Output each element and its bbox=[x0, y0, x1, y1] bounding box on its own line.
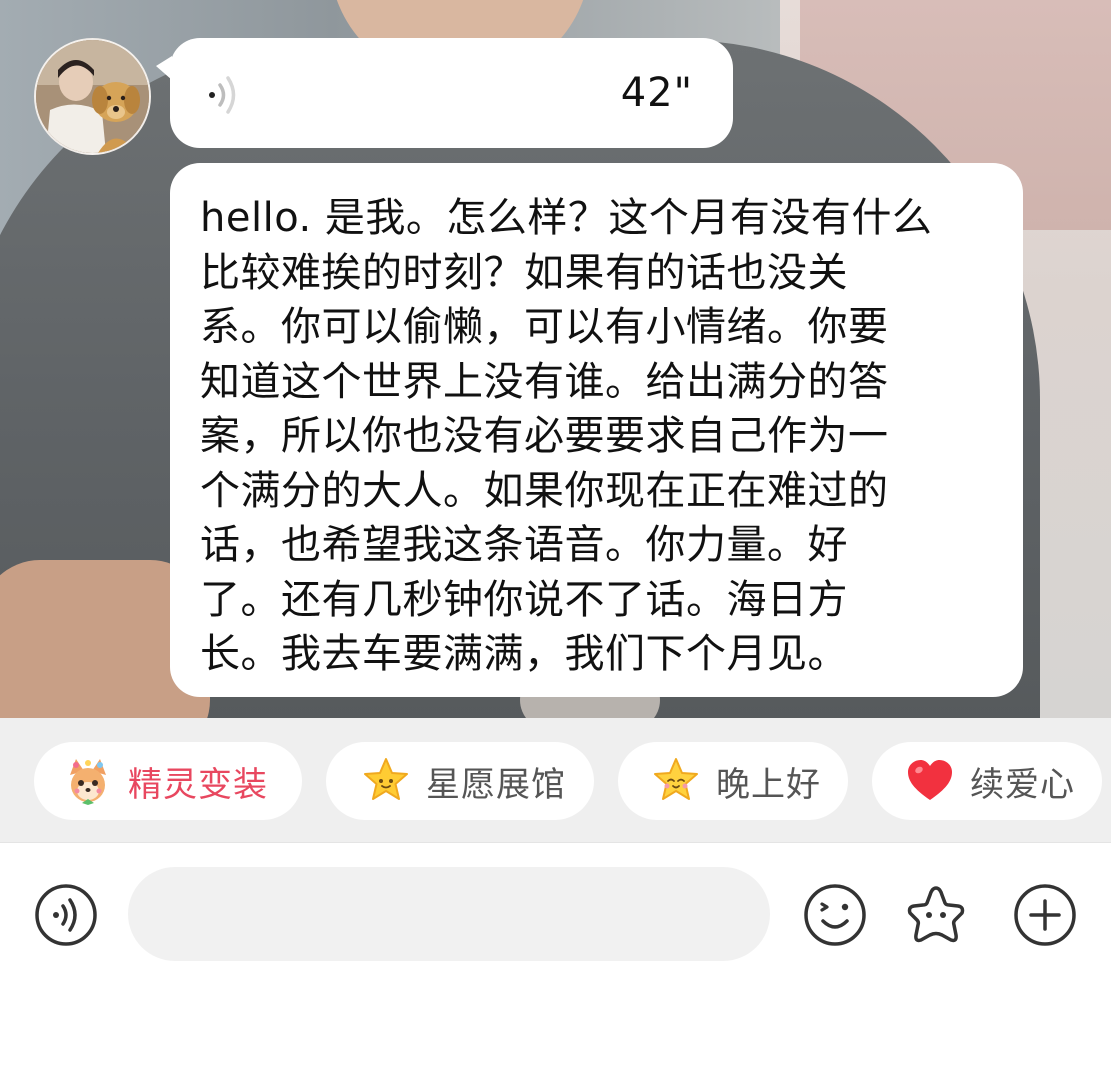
quick-action-bar: 精灵变装 星愿展馆 晚上好 续爱心 bbox=[0, 718, 1111, 842]
bubble-tail bbox=[156, 56, 172, 80]
fox-elf-icon bbox=[70, 759, 106, 805]
quick-action-label: 续爱心 bbox=[970, 764, 1075, 805]
sender-avatar[interactable] bbox=[34, 38, 151, 155]
emoji-icon[interactable] bbox=[803, 883, 867, 947]
star-sticker-icon[interactable] bbox=[904, 883, 968, 947]
quick-action-costume[interactable]: 精灵变装 bbox=[34, 742, 302, 820]
avatar-photo bbox=[36, 40, 149, 153]
voice-transcript-bubble[interactable]: hello. 是我。怎么样？这个月有没有什么 比较难挨的时刻？如果有的话也没关 … bbox=[170, 163, 1023, 697]
heart-icon bbox=[908, 760, 952, 800]
add-plus-icon[interactable] bbox=[1013, 883, 1077, 947]
voice-input-icon[interactable] bbox=[34, 883, 98, 947]
voice-duration: 42" bbox=[620, 70, 693, 116]
star-face-icon bbox=[654, 758, 698, 800]
quick-action-label: 精灵变装 bbox=[128, 764, 268, 805]
chat-screen: 42" hello. 是我。怎么样？这个月有没有什么 比较难挨的时刻？如果有的话… bbox=[0, 0, 1111, 1080]
star-icon bbox=[364, 758, 408, 800]
voice-message-bubble[interactable]: 42" bbox=[156, 38, 733, 148]
message-input[interactable] bbox=[128, 867, 770, 961]
composer-bar bbox=[0, 842, 1111, 1080]
quick-action-good-evening[interactable]: 晚上好 bbox=[618, 742, 848, 820]
quick-action-label: 星愿展馆 bbox=[426, 764, 566, 805]
voice-wave-icon bbox=[209, 76, 236, 114]
quick-action-renew-love[interactable]: 续爱心 bbox=[872, 742, 1102, 820]
voice-transcript-text: hello. 是我。怎么样？这个月有没有什么 比较难挨的时刻？如果有的话也没关 … bbox=[200, 195, 933, 677]
quick-action-star-gallery[interactable]: 星愿展馆 bbox=[326, 742, 594, 820]
quick-action-label: 晚上好 bbox=[716, 764, 821, 805]
